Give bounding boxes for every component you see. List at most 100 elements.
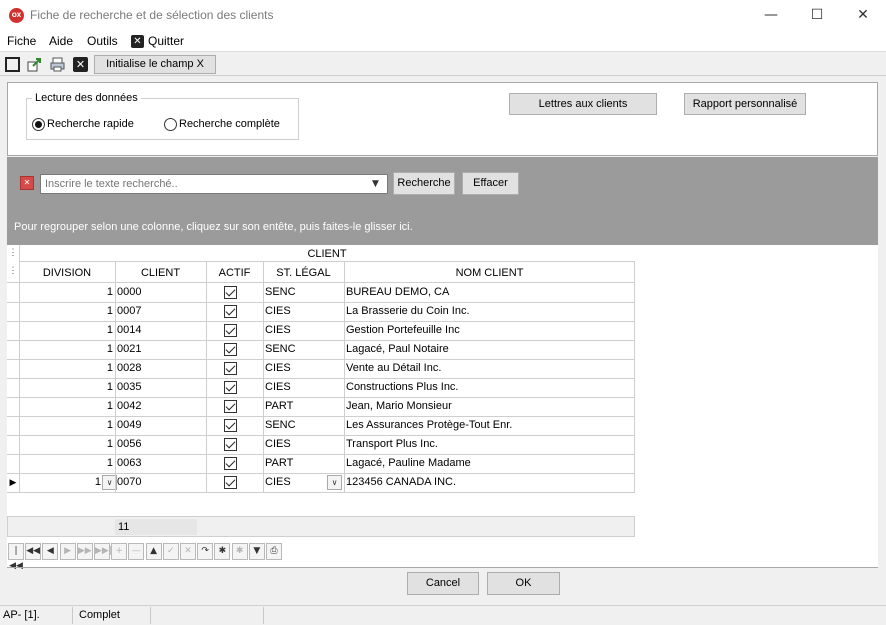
cell-client[interactable]: 0014 bbox=[117, 321, 205, 340]
band-menu-icon[interactable]: ⋮ bbox=[7, 247, 19, 261]
maximize-button[interactable]: ☐ bbox=[794, 0, 840, 32]
quit-icon[interactable]: ✕ bbox=[131, 35, 144, 48]
nav-cancel-edit-icon[interactable]: ✕ bbox=[180, 543, 196, 560]
cell-nom[interactable]: BUREAU DEMO, CA bbox=[346, 283, 633, 302]
table-row[interactable]: 1 0063 PART Lagacé, Pauline Madame bbox=[7, 454, 635, 473]
search-input[interactable] bbox=[40, 174, 388, 194]
ok-button[interactable]: OK bbox=[487, 572, 560, 595]
actif-checkbox[interactable] bbox=[224, 419, 237, 432]
table-row[interactable]: 1 0049 SENC Les Assurances Protège-Tout Enr… bbox=[7, 416, 635, 435]
cell-nom[interactable]: Les Assurances Protège-Tout Enr. bbox=[346, 416, 633, 435]
cell-client[interactable]: 0063 bbox=[117, 454, 205, 473]
nav-insert-icon[interactable]: + bbox=[111, 543, 128, 560]
nav-refresh-icon[interactable]: ↷ bbox=[197, 543, 214, 560]
menu-aide[interactable]: Aide bbox=[49, 34, 73, 48]
radio-quick-search[interactable] bbox=[32, 118, 45, 131]
menu-quitter[interactable]: Quitter bbox=[148, 34, 184, 48]
actif-checkbox[interactable] bbox=[224, 362, 237, 375]
actif-checkbox[interactable] bbox=[224, 324, 237, 337]
initialise-field-button[interactable]: Initialise le champ X bbox=[94, 55, 216, 74]
nav-next-icon[interactable]: ▶ bbox=[59, 543, 76, 560]
close-icon[interactable]: ✕ bbox=[73, 57, 88, 72]
cell-statut[interactable]: CIES bbox=[265, 359, 325, 378]
actif-checkbox[interactable] bbox=[224, 343, 237, 356]
cell-client[interactable]: 0056 bbox=[117, 435, 205, 454]
cell-nom[interactable]: 123456 CANADA INC. bbox=[346, 473, 633, 492]
close-window-button[interactable]: ✕ bbox=[840, 0, 886, 32]
radio-quick-search-label[interactable]: Recherche rapide bbox=[47, 118, 134, 130]
cell-statut[interactable]: CIES bbox=[265, 302, 325, 321]
nav-print-icon[interactable]: ⎙ bbox=[266, 543, 282, 560]
cell-nom[interactable]: Jean, Mario Monsieur bbox=[346, 397, 633, 416]
nav-next-page-icon[interactable]: ▶▶ bbox=[76, 543, 93, 560]
actif-checkbox[interactable] bbox=[224, 400, 237, 413]
cell-client[interactable]: 0042 bbox=[117, 397, 205, 416]
menu-fiche[interactable]: Fiche bbox=[7, 34, 36, 48]
cell-statut[interactable]: PART bbox=[265, 454, 325, 473]
cell-nom[interactable]: La Brasserie du Coin Inc. bbox=[346, 302, 633, 321]
radio-full-search[interactable] bbox=[164, 118, 177, 131]
cell-client[interactable]: 0000 bbox=[117, 283, 205, 302]
col-header-nom[interactable]: NOM CLIENT bbox=[344, 267, 635, 279]
cell-division[interactable]: 1 bbox=[19, 435, 113, 454]
table-row[interactable]: 1 0000 SENC BUREAU DEMO, CA bbox=[7, 283, 635, 302]
nav-delete-icon[interactable]: — bbox=[128, 543, 145, 560]
actif-checkbox[interactable] bbox=[224, 438, 237, 451]
nav-first-icon[interactable]: |◀◀ bbox=[8, 543, 24, 571]
cell-client[interactable]: 0021 bbox=[117, 340, 205, 359]
actif-checkbox[interactable] bbox=[224, 476, 237, 489]
cell-statut[interactable]: CIES bbox=[265, 473, 325, 492]
cell-statut[interactable]: SENC bbox=[265, 283, 325, 302]
table-row[interactable]: 1 0007 CIES La Brasserie du Coin Inc. bbox=[7, 302, 635, 321]
cell-nom[interactable]: Lagacé, Pauline Madame bbox=[346, 454, 633, 473]
cell-division[interactable]: 1 bbox=[19, 397, 113, 416]
minimize-button[interactable]: — bbox=[748, 0, 794, 32]
frame-icon[interactable] bbox=[5, 57, 20, 72]
nav-goto-bookmark-icon[interactable]: ✱ bbox=[231, 543, 248, 560]
cell-client[interactable]: 0028 bbox=[117, 359, 205, 378]
radio-full-search-label[interactable]: Recherche complète bbox=[179, 118, 280, 130]
nav-filter-icon[interactable]: ▼ bbox=[248, 543, 265, 560]
nav-bookmark-icon[interactable]: ✱ bbox=[214, 543, 231, 560]
chevron-down-icon[interactable]: ▼ bbox=[372, 179, 379, 189]
col-header-client[interactable]: CLIENT bbox=[115, 267, 206, 279]
nav-edit-icon[interactable]: ▲ bbox=[145, 543, 162, 560]
nav-prev-icon[interactable]: ◀ bbox=[42, 543, 59, 560]
cell-statut[interactable]: PART bbox=[265, 397, 325, 416]
table-row[interactable]: 1 0056 CIES Transport Plus Inc. bbox=[7, 435, 635, 454]
actif-checkbox[interactable] bbox=[224, 381, 237, 394]
search-button[interactable]: Recherche bbox=[393, 172, 455, 195]
cell-division[interactable]: 1 bbox=[19, 454, 113, 473]
cancel-button[interactable]: Cancel bbox=[407, 572, 479, 595]
nav-last-icon[interactable]: ▶▶| bbox=[94, 543, 112, 560]
cell-statut[interactable]: CIES bbox=[265, 378, 325, 397]
chevron-down-icon[interactable]: ∨ bbox=[327, 475, 342, 490]
menu-outils[interactable]: Outils bbox=[87, 34, 118, 48]
cell-nom[interactable]: Lagacé, Paul Notaire bbox=[346, 340, 633, 359]
cell-client[interactable]: 0049 bbox=[117, 416, 205, 435]
custom-report-button[interactable]: Rapport personnalisé bbox=[684, 93, 806, 115]
cell-nom[interactable]: Gestion Portefeuille Inc bbox=[346, 321, 633, 340]
cell-nom[interactable]: Transport Plus Inc. bbox=[346, 435, 633, 454]
print-icon[interactable] bbox=[50, 57, 65, 72]
cell-statut[interactable]: CIES bbox=[265, 321, 325, 340]
column-menu-icon[interactable]: ⋮ bbox=[7, 265, 19, 276]
cell-statut[interactable]: SENC bbox=[265, 340, 325, 359]
cell-division[interactable]: 1 bbox=[19, 302, 113, 321]
clear-search-icon[interactable]: ✕ bbox=[20, 176, 34, 190]
col-header-actif[interactable]: ACTIF bbox=[206, 267, 263, 279]
cell-statut[interactable]: CIES bbox=[265, 435, 325, 454]
cell-division[interactable]: 1 bbox=[19, 359, 113, 378]
cell-division[interactable]: 1 bbox=[19, 416, 113, 435]
nav-post-icon[interactable]: ✓ bbox=[162, 543, 179, 560]
table-row[interactable]: 1 0028 CIES Vente au Détail Inc. bbox=[7, 359, 635, 378]
cell-division[interactable]: 1 bbox=[19, 321, 113, 340]
actif-checkbox[interactable] bbox=[224, 286, 237, 299]
letters-to-clients-button[interactable]: Lettres aux clients bbox=[509, 93, 657, 115]
cell-nom[interactable]: Vente au Détail Inc. bbox=[346, 359, 633, 378]
cell-client[interactable]: 0070 bbox=[117, 473, 205, 492]
cell-division[interactable]: 1 bbox=[19, 378, 113, 397]
cell-client[interactable]: 0007 bbox=[117, 302, 205, 321]
cell-division[interactable]: 1 bbox=[19, 340, 113, 359]
table-row[interactable]: 1 0021 SENC Lagacé, Paul Notaire bbox=[7, 340, 635, 359]
